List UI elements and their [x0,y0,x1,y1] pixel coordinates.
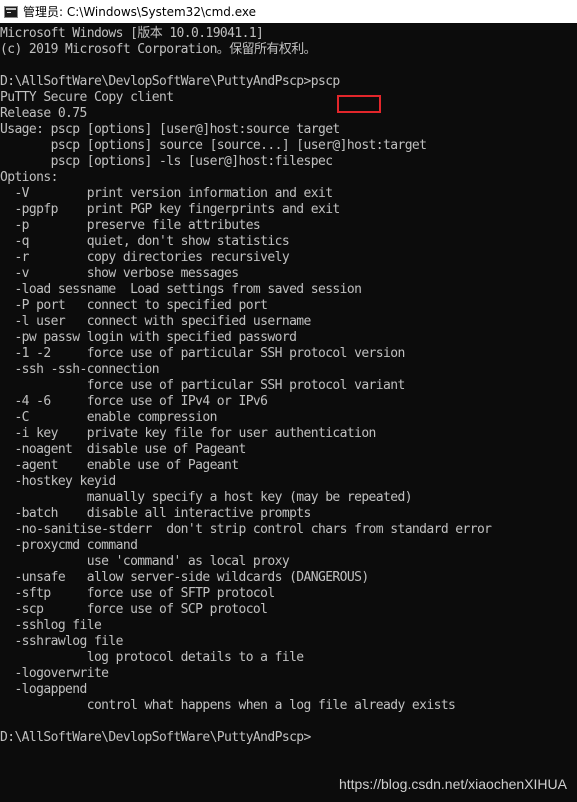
console-line: -agent enable use of Pageant [0,458,239,473]
watermark: https://blog.csdn.net/xiaochenXIHUA [338,776,567,792]
window-title: 管理员: C:\Windows\System32\cmd.exe [23,5,256,19]
console-line: pscp [options] -ls [user@]host:filespec [0,154,333,169]
console-output[interactable]: Microsoft Windows [版本 10.0.19041.1] (c) 2… [0,24,577,802]
console-line: -4 -6 force use of IPv4 or IPv6 [0,394,268,409]
console-line: -hostkey keyid [0,474,116,489]
console-line: -logoverwrite [0,666,109,681]
console-line: -q quiet, don't show statistics [0,234,290,249]
command-highlight-box [337,95,381,113]
console-line: -C enable compression [0,410,217,425]
console-line: D:\AllSoftWare\DevlopSoftWare\PuttyAndPs… [0,74,340,89]
console-line: -proxycmd command [0,538,138,553]
console-line: (c) 2019 Microsoft Corporation。保留所有权利。 [0,42,317,57]
console-line: -sftp force use of SFTP protocol [0,586,275,601]
console-line: -batch disable all interactive prompts [0,506,311,521]
console-line: -no-sanitise-stderr don't strip control … [0,522,492,537]
cmd-window: 管理员: C:\Windows\System32\cmd.exe Microso… [0,0,577,802]
console-line: Release 0.75 [0,106,87,121]
console-line: use 'command' as local proxy [0,554,290,569]
console-line: -1 -2 force use of particular SSH protoc… [0,346,405,361]
console-line: -unsafe allow server-side wildcards (DAN… [0,570,369,585]
console-icon [4,5,18,18]
console-line: -P port connect to specified port [0,298,268,313]
console-line: -pw passw login with specified password [0,330,297,345]
console-line: Microsoft Windows [版本 10.0.19041.1] [0,26,264,41]
console-line: control what happens when a log file alr… [0,698,456,713]
console-line: -sshlog file [0,618,102,633]
console-line: -p preserve file attributes [0,218,261,233]
console-line: -l user connect with specified username [0,314,311,329]
console-line: Usage: pscp [options] [user@]host:source… [0,122,340,137]
console-line: -noagent disable use of Pageant [0,442,246,457]
console-line: -r copy directories recursively [0,250,290,265]
console-line: -sshrawlog file [0,634,123,649]
console-line: -v show verbose messages [0,266,239,281]
console-line: manually specify a host key (may be repe… [0,490,413,505]
console-line: PuTTY Secure Copy client [0,90,174,105]
console-line: -logappend [0,682,87,697]
console-line: force use of particular SSH protocol var… [0,378,406,393]
console-line: -pgpfp print PGP key fingerprints and ex… [0,202,340,217]
console-line: D:\AllSoftWare\DevlopSoftWare\PuttyAndPs… [0,730,311,745]
console-line: -i key private key file for user authent… [0,426,376,441]
console-line: Options: [0,170,58,185]
console-line: -V print version information and exit [0,186,333,201]
console-line: -ssh -ssh-connection [0,362,159,377]
console-line: -scp force use of SCP protocol [0,602,268,617]
title-bar[interactable]: 管理员: C:\Windows\System32\cmd.exe [0,0,577,23]
console-line: pscp [options] source [source...] [user@… [0,138,427,153]
console-line: -load sessname Load settings from saved … [0,282,362,297]
console-line: log protocol details to a file [0,650,304,665]
